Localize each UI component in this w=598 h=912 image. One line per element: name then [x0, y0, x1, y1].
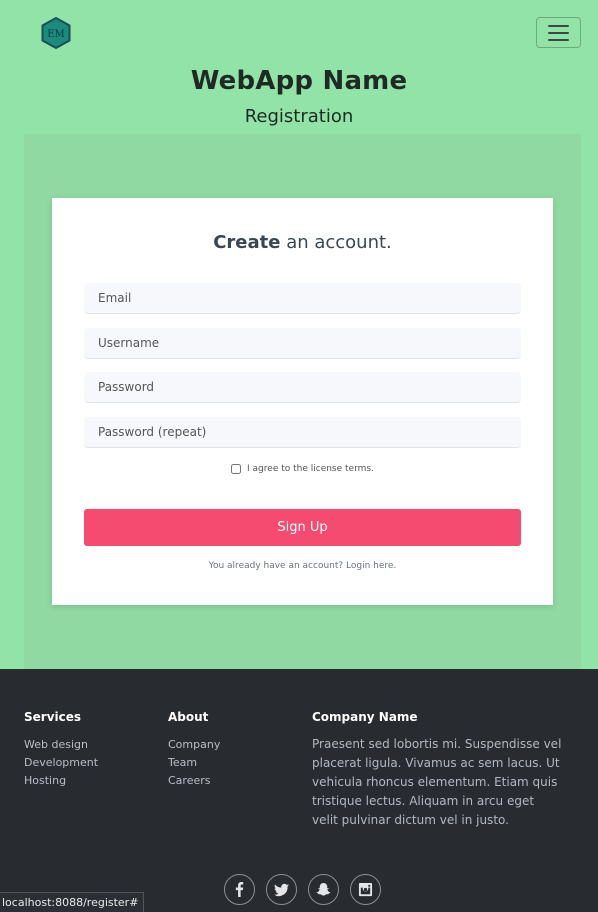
license-label: I agree to the license terms.: [247, 464, 374, 474]
footer-link-web-design[interactable]: Web design: [24, 736, 98, 754]
login-link[interactable]: You already have an account? Login here.: [52, 561, 553, 571]
footer-link-team[interactable]: Team: [168, 754, 220, 772]
twitter-icon[interactable]: [266, 874, 297, 905]
browser-status-url: localhost:8088/register#: [0, 892, 145, 912]
top-navbar: EM: [0, 0, 598, 66]
sign-up-button[interactable]: Sign Up: [84, 509, 521, 546]
logo-text: EM: [47, 29, 65, 40]
instagram-icon[interactable]: [350, 874, 381, 905]
snapchat-icon[interactable]: [308, 874, 339, 905]
footer-link-hosting[interactable]: Hosting: [24, 772, 98, 790]
page-subtitle: Registration: [244, 106, 354, 127]
license-checkbox[interactable]: [231, 464, 242, 474]
password-repeat-field[interactable]: [84, 417, 521, 448]
email-field[interactable]: [84, 283, 521, 314]
registration-card: Create an account. I agree to the licens…: [52, 198, 553, 605]
social-links: [224, 874, 381, 905]
brand-logo[interactable]: EM: [41, 17, 71, 49]
form-title-rest: an account.: [280, 232, 392, 253]
username-field[interactable]: [84, 328, 521, 359]
license-agree[interactable]: I agree to the license terms.: [52, 464, 553, 474]
about-heading: About: [168, 710, 209, 724]
form-title-bold: Create: [213, 232, 281, 253]
menu-toggle-button[interactable]: [536, 17, 581, 48]
about-list: Company Team Careers: [168, 736, 220, 790]
facebook-icon[interactable]: [224, 874, 255, 905]
hamburger-icon: [548, 24, 569, 27]
company-description: Praesent sed lobortis mi. Suspendisse ve…: [312, 737, 562, 827]
footer-link-careers[interactable]: Careers: [168, 772, 220, 790]
form-title: Create an account.: [52, 232, 553, 253]
password-field[interactable]: [84, 372, 521, 403]
footer-link-development[interactable]: Development: [24, 754, 98, 772]
footer-link-company[interactable]: Company: [168, 736, 220, 754]
company-heading: Company Name: [312, 710, 418, 724]
services-list: Web design Development Hosting: [24, 736, 98, 790]
app-title: WebApp Name: [190, 66, 408, 96]
footer: Services Web design Development Hosting …: [0, 669, 598, 912]
services-heading: Services: [24, 710, 82, 724]
